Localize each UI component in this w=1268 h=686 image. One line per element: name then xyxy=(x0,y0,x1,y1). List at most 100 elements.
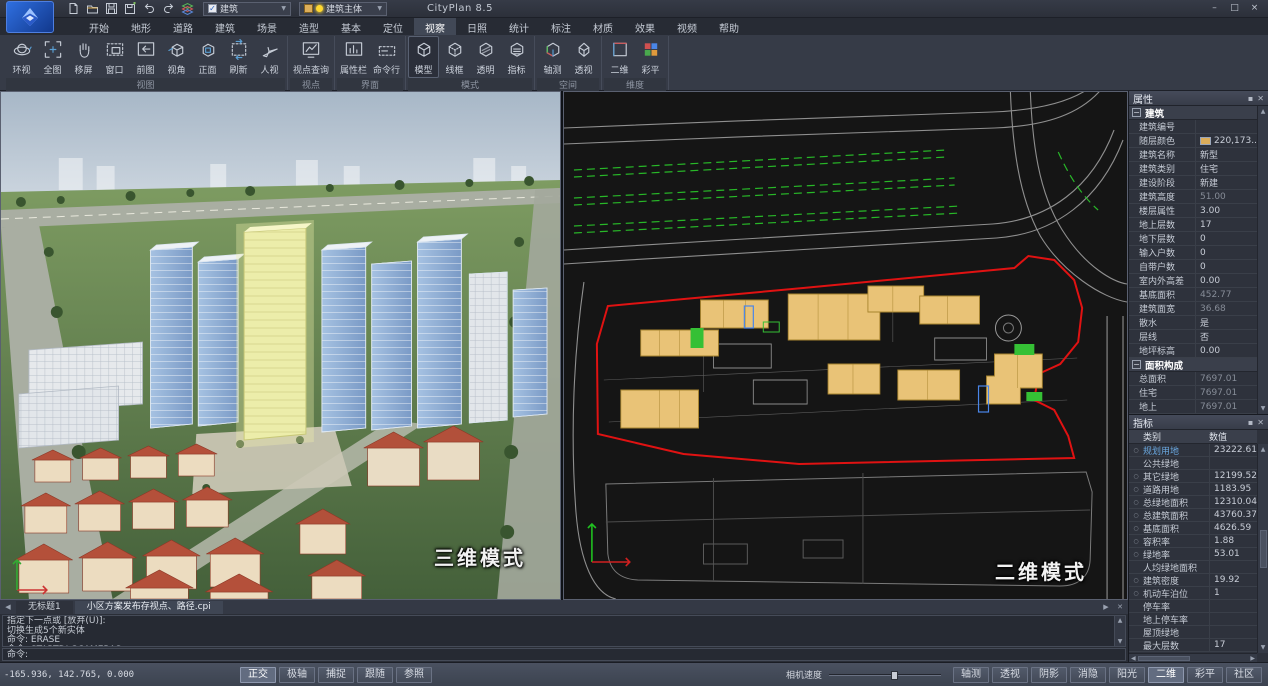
ribbon-button-front[interactable]: 正面 xyxy=(192,36,223,78)
indicator-row[interactable]: ○绿地率53.01 xyxy=(1129,548,1257,561)
indicator-row[interactable]: ○机动车泊位1 xyxy=(1129,587,1257,600)
command-tab-2[interactable]: 小区方案发布存视点、路径.cpi xyxy=(75,601,223,614)
ribbon-button-pan[interactable]: 移屏 xyxy=(68,36,99,78)
status-toggle-4[interactable]: 跟随 xyxy=(357,667,393,683)
ribbon-button-window[interactable]: 窗口 xyxy=(99,36,130,78)
ribbon-button-persp[interactable]: 透视 xyxy=(568,36,599,78)
property-row[interactable]: 住宅7697.01 xyxy=(1129,386,1257,400)
menu-tab-13[interactable]: 材质 xyxy=(582,18,624,35)
ribbon-button-person[interactable]: 人视 xyxy=(254,36,285,78)
menu-tab-5[interactable]: 场景 xyxy=(246,18,288,35)
scroll-right-icon[interactable]: ▶ xyxy=(1250,655,1255,662)
command-scrollbar[interactable]: ▲ ▼ xyxy=(1114,616,1125,646)
scroll-up-icon[interactable]: ▲ xyxy=(1261,446,1266,453)
indicator-row[interactable]: 人均绿地面积 xyxy=(1129,561,1257,574)
menu-tab-11[interactable]: 统计 xyxy=(498,18,540,35)
menu-tab-10[interactable]: 日照 xyxy=(456,18,498,35)
property-row[interactable]: 层线否 xyxy=(1129,330,1257,344)
status-toggle-1[interactable]: 正交 xyxy=(240,667,276,683)
close-icon[interactable]: ✕ xyxy=(1257,418,1264,427)
property-row[interactable]: 建设阶段新建 xyxy=(1129,176,1257,190)
view-button-8[interactable]: 社区 xyxy=(1226,667,1262,683)
view-button-3[interactable]: 阴影 xyxy=(1031,667,1067,683)
property-row[interactable]: 自带户数0 xyxy=(1129,260,1257,274)
menu-tab-7[interactable]: 基本 xyxy=(330,18,372,35)
ribbon-button-chart[interactable]: 视点查询 xyxy=(290,36,332,78)
section-header[interactable]: −面积构成 xyxy=(1129,358,1257,372)
close-icon[interactable]: ✕ xyxy=(1257,94,1264,103)
slider-thumb[interactable] xyxy=(891,671,898,680)
tab-scroll-right-icon[interactable]: ▶ xyxy=(1100,603,1112,611)
collapse-icon[interactable]: − xyxy=(1132,360,1141,369)
command-input[interactable]: 命令: xyxy=(2,648,1126,661)
property-row[interactable]: 建筑编号 xyxy=(1129,120,1257,134)
scroll-up-icon[interactable]: ▲ xyxy=(1261,108,1266,115)
property-row[interactable]: 室内外高差0.00 xyxy=(1129,274,1257,288)
ribbon-button-angle[interactable]: 视角 xyxy=(161,36,192,78)
view-button-5[interactable]: 阳光 xyxy=(1109,667,1145,683)
menu-tab-12[interactable]: 标注 xyxy=(540,18,582,35)
status-toggle-2[interactable]: 极轴 xyxy=(279,667,315,683)
property-row[interactable]: 地上7697.01 xyxy=(1129,400,1257,414)
ribbon-button-prev[interactable]: 前图 xyxy=(130,36,161,78)
ribbon-button-model[interactable]: 模型 xyxy=(408,36,439,78)
ribbon-button-cmdline[interactable]: 命令行 xyxy=(370,36,403,78)
indicator-row[interactable]: 最大层数17 xyxy=(1129,639,1257,652)
menu-tab-4[interactable]: 建筑 xyxy=(204,18,246,35)
status-toggle-3[interactable]: 捕捉 xyxy=(318,667,354,683)
indicator-scrollbar[interactable]: ▲ ▼ xyxy=(1257,444,1268,653)
command-history[interactable]: 指定下一点或 [放弃(U)]:切换生成5个新实体命令: ERASE命令: STA… xyxy=(2,615,1126,647)
scroll-down-icon[interactable]: ▼ xyxy=(1261,405,1266,412)
scroll-down-icon[interactable]: ▼ xyxy=(1261,644,1266,651)
menu-tab-3[interactable]: 道路 xyxy=(162,18,204,35)
view-button-7[interactable]: 彩平 xyxy=(1187,667,1223,683)
undo-icon[interactable] xyxy=(142,2,157,16)
menu-tab-8[interactable]: 定位 xyxy=(372,18,414,35)
indicator-row[interactable]: ○总绿地面积12310.04 xyxy=(1129,496,1257,509)
scroll-down-icon[interactable]: ▼ xyxy=(1118,638,1123,645)
property-row[interactable]: 随层颜色220,173... xyxy=(1129,134,1257,148)
property-row[interactable]: 基底面积452.77 xyxy=(1129,288,1257,302)
ribbon-button-bars[interactable]: 属性栏 xyxy=(337,36,370,78)
view-button-4[interactable]: 消隐 xyxy=(1070,667,1106,683)
open-file-icon[interactable] xyxy=(85,2,100,16)
view-button-1[interactable]: 轴测 xyxy=(953,667,989,683)
indicator-row[interactable]: ○容积率1.88 xyxy=(1129,535,1257,548)
property-row[interactable]: 建筑名称新型 xyxy=(1129,148,1257,162)
menu-tab-14[interactable]: 效果 xyxy=(624,18,666,35)
property-row[interactable]: 地坪标高0.00 xyxy=(1129,344,1257,358)
scroll-up-icon[interactable]: ▲ xyxy=(1118,617,1123,624)
menu-tab-1[interactable]: 开始 xyxy=(78,18,120,35)
indicator-row[interactable]: ○道路用地1183.95 xyxy=(1129,483,1257,496)
ribbon-button-orbit[interactable]: 环视 xyxy=(6,36,37,78)
collapse-icon[interactable]: − xyxy=(1132,108,1141,117)
app-logo-icon[interactable] xyxy=(6,1,54,33)
property-row[interactable]: 输入户数0 xyxy=(1129,246,1257,260)
tab-close-icon[interactable]: ✕ xyxy=(1114,603,1126,611)
menu-tab-2[interactable]: 地形 xyxy=(120,18,162,35)
layers-icon[interactable] xyxy=(180,2,195,16)
ribbon-button-refresh[interactable]: 刷新 xyxy=(223,36,254,78)
ribbon-button-indicator[interactable]: 指标 xyxy=(501,36,532,78)
redo-icon[interactable] xyxy=(161,2,176,16)
viewport-2d[interactable]: 二维模式 xyxy=(563,91,1128,600)
status-toggle-5[interactable]: 参照 xyxy=(396,667,432,683)
view-button-6[interactable]: 二维 xyxy=(1148,667,1184,683)
layer-dropdown[interactable]: ✓ 建筑 ▼ xyxy=(203,2,291,16)
indicator-row[interactable]: ○其它绿地12199.52 xyxy=(1129,470,1257,483)
ribbon-button-axo[interactable]: 轴测 xyxy=(537,36,568,78)
viewport-3d[interactable]: 三维模式 xyxy=(0,91,561,600)
indicator-hscrollbar[interactable]: ◀ ▶ xyxy=(1129,653,1257,662)
new-file-icon[interactable] xyxy=(66,2,81,16)
scrollbar-thumb[interactable] xyxy=(1260,530,1267,568)
ribbon-button-twod[interactable]: 二维 xyxy=(604,36,635,78)
property-row[interactable]: 建筑面宽36.68 xyxy=(1129,302,1257,316)
save-as-icon[interactable] xyxy=(123,2,138,16)
minimize-button[interactable]: – xyxy=(1206,2,1223,15)
properties-scrollbar[interactable]: ▲ ▼ xyxy=(1257,106,1268,414)
tab-scroll-left-icon[interactable]: ◀ xyxy=(2,603,14,611)
menu-tab-15[interactable]: 视频 xyxy=(666,18,708,35)
indicator-row[interactable]: 地上停车率 xyxy=(1129,613,1257,626)
pin-icon[interactable]: ▪ xyxy=(1248,418,1253,427)
scrollbar-thumb[interactable] xyxy=(1138,656,1190,661)
